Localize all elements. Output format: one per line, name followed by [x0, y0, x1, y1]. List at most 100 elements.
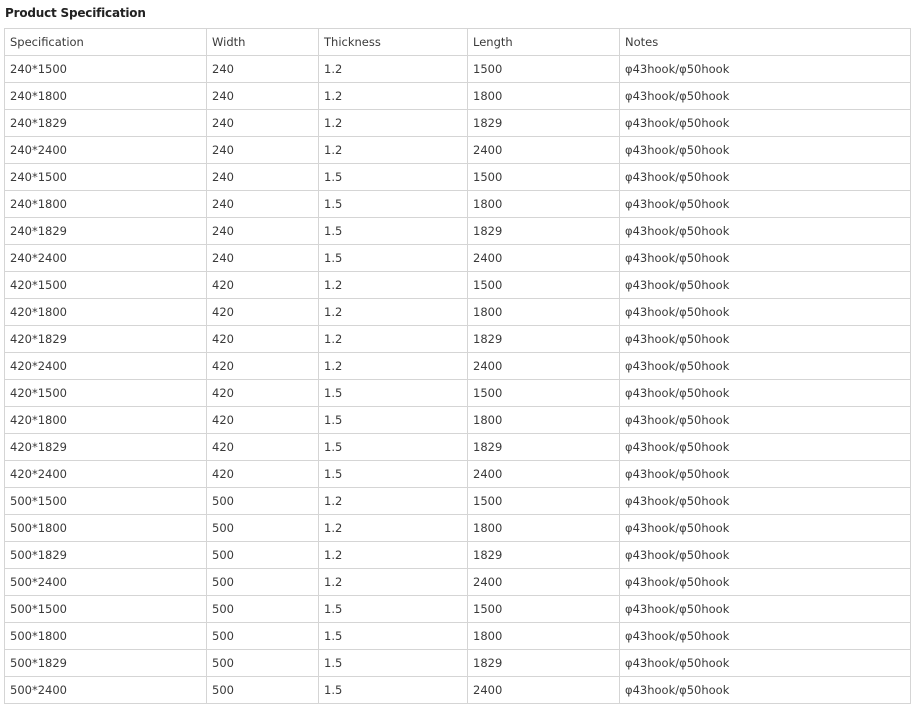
cell-length: 1500	[467, 487, 620, 515]
page-title: Product Specification	[5, 6, 146, 20]
cell-notes: φ43hook/φ50hook	[619, 433, 911, 461]
cell-thickness: 1.5	[318, 595, 468, 623]
cell-width: 500	[206, 649, 319, 677]
cell-specification: 420*1829	[4, 325, 207, 353]
cell-thickness: 1.2	[318, 514, 468, 542]
cell-specification: 240*1829	[4, 109, 207, 137]
cell-length: 1500	[467, 271, 620, 299]
cell-width: 240	[206, 55, 319, 83]
cell-length: 1829	[467, 433, 620, 461]
cell-notes: φ43hook/φ50hook	[619, 568, 911, 596]
cell-thickness: 1.5	[318, 460, 468, 488]
cell-notes: φ43hook/φ50hook	[619, 136, 911, 164]
cell-width: 500	[206, 676, 319, 704]
cell-thickness: 1.2	[318, 271, 468, 299]
cell-width: 240	[206, 217, 319, 245]
table-row: 240*2400 240 1.2 2400 φ43hook/φ50hook	[4, 136, 911, 164]
table-row: 240*1829 240 1.2 1829 φ43hook/φ50hook	[4, 109, 911, 137]
cell-notes: φ43hook/φ50hook	[619, 352, 911, 380]
cell-width: 500	[206, 595, 319, 623]
cell-notes: φ43hook/φ50hook	[619, 541, 911, 569]
table-header-row: Specification Width Thickness Length Not…	[4, 28, 911, 56]
cell-specification: 240*2400	[4, 244, 207, 272]
cell-specification: 500*2400	[4, 568, 207, 596]
cell-specification: 240*1829	[4, 217, 207, 245]
cell-width: 500	[206, 622, 319, 650]
cell-specification: 500*1829	[4, 649, 207, 677]
cell-length: 1800	[467, 190, 620, 218]
cell-notes: φ43hook/φ50hook	[619, 163, 911, 191]
cell-specification: 500*1500	[4, 595, 207, 623]
cell-specification: 500*1800	[4, 622, 207, 650]
table-row: 500*1500 500 1.5 1500 φ43hook/φ50hook	[4, 595, 911, 623]
cell-specification: 420*2400	[4, 352, 207, 380]
cell-length: 2400	[467, 136, 620, 164]
cell-thickness: 1.5	[318, 649, 468, 677]
cell-specification: 420*1829	[4, 433, 207, 461]
table-row: 240*1829 240 1.5 1829 φ43hook/φ50hook	[4, 217, 911, 245]
header-thickness: Thickness	[318, 28, 468, 56]
cell-specification: 420*2400	[4, 460, 207, 488]
cell-thickness: 1.2	[318, 298, 468, 326]
cell-notes: φ43hook/φ50hook	[619, 487, 911, 515]
cell-specification: 240*1800	[4, 82, 207, 110]
cell-length: 2400	[467, 568, 620, 596]
cell-thickness: 1.2	[318, 136, 468, 164]
cell-length: 1800	[467, 82, 620, 110]
cell-notes: φ43hook/φ50hook	[619, 649, 911, 677]
cell-thickness: 1.2	[318, 325, 468, 353]
cell-specification: 500*1800	[4, 514, 207, 542]
header-width: Width	[206, 28, 319, 56]
cell-width: 240	[206, 136, 319, 164]
cell-length: 1800	[467, 622, 620, 650]
cell-length: 2400	[467, 352, 620, 380]
table-body: 240*1500 240 1.2 1500 φ43hook/φ50hook 240*180…	[4, 55, 911, 704]
cell-width: 500	[206, 514, 319, 542]
cell-notes: φ43hook/φ50hook	[619, 190, 911, 218]
cell-notes: φ43hook/φ50hook	[619, 514, 911, 542]
cell-thickness: 1.2	[318, 109, 468, 137]
cell-notes: φ43hook/φ50hook	[619, 406, 911, 434]
cell-width: 420	[206, 433, 319, 461]
table-row: 420*1500 420 1.2 1500 φ43hook/φ50hook	[4, 271, 911, 299]
cell-notes: φ43hook/φ50hook	[619, 217, 911, 245]
cell-length: 1829	[467, 541, 620, 569]
cell-width: 420	[206, 352, 319, 380]
cell-width: 500	[206, 487, 319, 515]
cell-notes: φ43hook/φ50hook	[619, 622, 911, 650]
cell-thickness: 1.5	[318, 622, 468, 650]
header-notes: Notes	[619, 28, 911, 56]
cell-length: 1829	[467, 325, 620, 353]
table-row: 420*1500 420 1.5 1500 φ43hook/φ50hook	[4, 379, 911, 407]
cell-notes: φ43hook/φ50hook	[619, 379, 911, 407]
cell-width: 420	[206, 406, 319, 434]
header-specification: Specification	[4, 28, 207, 56]
cell-length: 2400	[467, 460, 620, 488]
cell-specification: 500*1829	[4, 541, 207, 569]
table-row: 500*2400 500 1.2 2400 φ43hook/φ50hook	[4, 568, 911, 596]
cell-thickness: 1.5	[318, 379, 468, 407]
cell-width: 240	[206, 163, 319, 191]
table-row: 240*1800 240 1.5 1800 φ43hook/φ50hook	[4, 190, 911, 218]
table-row: 420*2400 420 1.2 2400 φ43hook/φ50hook	[4, 352, 911, 380]
table-row: 240*1500 240 1.5 1500 φ43hook/φ50hook	[4, 163, 911, 191]
cell-length: 1500	[467, 595, 620, 623]
table-row: 240*2400 240 1.5 2400 φ43hook/φ50hook	[4, 244, 911, 272]
cell-thickness: 1.2	[318, 487, 468, 515]
cell-length: 1500	[467, 163, 620, 191]
cell-width: 500	[206, 541, 319, 569]
cell-width: 240	[206, 190, 319, 218]
cell-thickness: 1.5	[318, 217, 468, 245]
cell-thickness: 1.5	[318, 190, 468, 218]
cell-thickness: 1.2	[318, 55, 468, 83]
cell-length: 2400	[467, 244, 620, 272]
cell-thickness: 1.5	[318, 433, 468, 461]
spec-table: Specification Width Thickness Length Not…	[4, 28, 911, 704]
table-row: 420*1829 420 1.5 1829 φ43hook/φ50hook	[4, 433, 911, 461]
header-length: Length	[467, 28, 620, 56]
table-row: 500*1829 500 1.2 1829 φ43hook/φ50hook	[4, 541, 911, 569]
cell-specification: 500*1500	[4, 487, 207, 515]
cell-length: 1800	[467, 298, 620, 326]
cell-notes: φ43hook/φ50hook	[619, 325, 911, 353]
cell-thickness: 1.2	[318, 568, 468, 596]
